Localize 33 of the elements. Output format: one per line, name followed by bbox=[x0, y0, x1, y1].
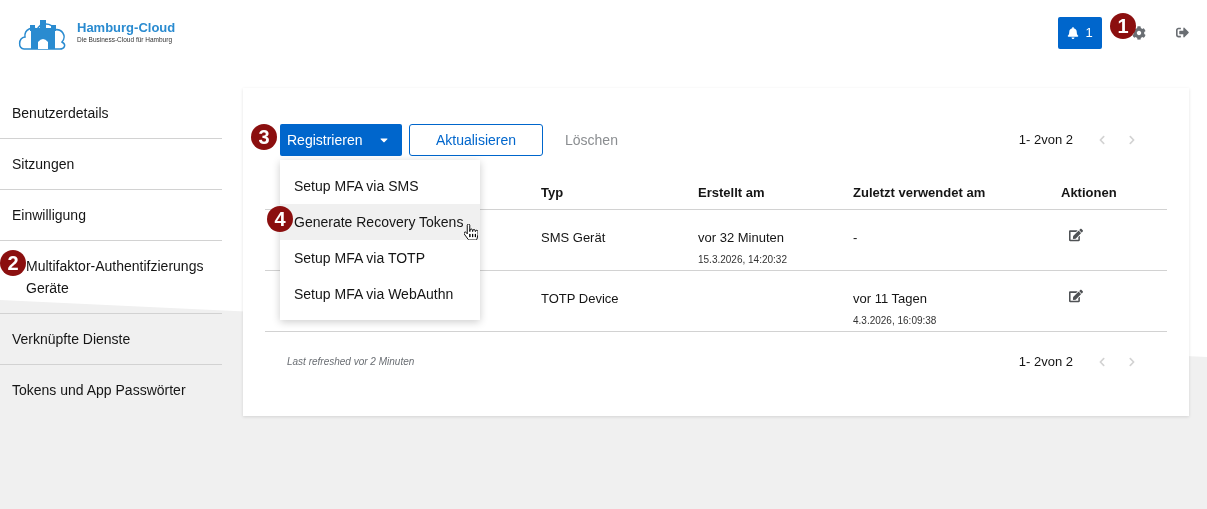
last-refreshed-note: Last refreshed vor 2 Minuten bbox=[287, 355, 415, 370]
sidebar-item[interactable]: Tokens und App Passwörter bbox=[0, 365, 222, 415]
column-header: Erstellt am bbox=[698, 183, 766, 202]
register-button[interactable]: Registrieren bbox=[280, 124, 402, 156]
timestamp: 4.3.2026, 16:09:38 bbox=[853, 313, 937, 328]
table-cell: TOTP Device bbox=[541, 291, 619, 306]
logo-title: Hamburg-Cloud bbox=[77, 21, 176, 35]
sidebar-item[interactable]: Sitzungen bbox=[0, 139, 222, 190]
callout-badge: 1 bbox=[1110, 13, 1136, 39]
edit-icon[interactable] bbox=[1069, 289, 1083, 303]
table-cell-text: vor 11 Tagen bbox=[853, 290, 927, 308]
column-header: Typ bbox=[541, 183, 565, 202]
menu-item[interactable]: Setup MFA via SMS bbox=[280, 168, 480, 204]
sidebar-item[interactable]: Einwilligung bbox=[0, 190, 222, 241]
timestamp: 15.3.2026, 14:20:32 bbox=[698, 252, 787, 267]
refresh-button[interactable]: Aktualisieren bbox=[409, 124, 543, 156]
settings-icon[interactable] bbox=[1132, 25, 1146, 40]
table-cell-text: - bbox=[853, 229, 858, 247]
menu-item[interactable]: Setup MFA via WebAuthn bbox=[280, 276, 480, 312]
menu-item[interactable]: Setup MFA via TOTP bbox=[280, 240, 480, 276]
bell-icon bbox=[1067, 26, 1080, 39]
sidebar-item[interactable]: Benutzerdetails bbox=[0, 88, 222, 139]
logout-icon[interactable] bbox=[1176, 26, 1189, 39]
table-cell: SMS Gerät bbox=[541, 230, 606, 245]
column-header: Zuletzt verwendet am bbox=[853, 183, 987, 202]
pagination-range: 1- 2von 2 bbox=[1018, 353, 1073, 371]
table-cell-text: vor 32 Minuten bbox=[698, 229, 784, 247]
column-header: Aktionen bbox=[1061, 183, 1118, 202]
notifications-button[interactable]: 1 bbox=[1058, 16, 1102, 49]
callout-badge: 2 bbox=[0, 250, 26, 276]
pagination-range: 1- 2von 2 bbox=[1018, 131, 1073, 150]
sidebar-item[interactable]: Verknüpfte Dienste bbox=[0, 314, 222, 365]
edit-icon[interactable] bbox=[1069, 228, 1083, 242]
